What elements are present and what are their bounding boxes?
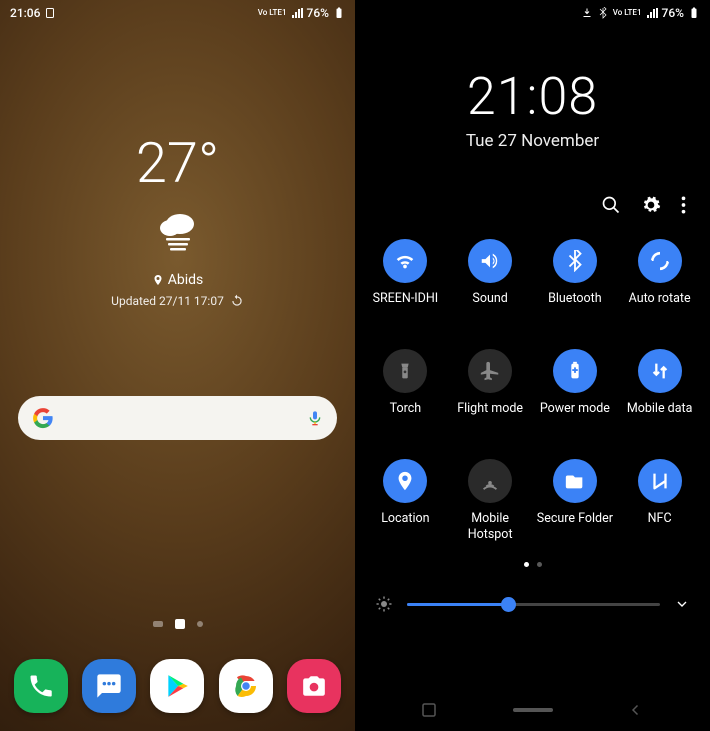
camera-icon: [301, 673, 327, 699]
folder-icon: [553, 459, 597, 503]
qs-tile-label: Sound: [472, 291, 507, 321]
battery-text: 76%: [307, 6, 329, 20]
nav-bar: [355, 689, 710, 731]
chrome-app[interactable]: [219, 659, 273, 713]
wifi-icon: [383, 239, 427, 283]
airplane-icon: [468, 349, 512, 393]
phone-icon: [27, 672, 55, 700]
location-text: Abids: [168, 272, 204, 288]
qs-tile-label: Mobile data: [627, 401, 693, 431]
mic-icon[interactable]: [307, 408, 323, 428]
qs-tile-location[interactable]: Location: [367, 459, 444, 542]
battery-icon: [688, 7, 700, 19]
clock-text: 21:06: [10, 6, 40, 20]
signal-icon: [291, 7, 303, 19]
chat-icon: [95, 672, 123, 700]
pin-icon: [152, 274, 164, 286]
play-store-icon: [164, 673, 190, 699]
phone-app[interactable]: [14, 659, 68, 713]
quick-settings-panel: Vo LTE1 76% 21:08 Tue 27 November SREEN-…: [355, 0, 710, 731]
volte-label: Vo LTE1: [613, 9, 642, 17]
qs-tile-label: Mobile Hotspot: [452, 511, 529, 542]
qs-tile-label: Flight mode: [457, 401, 523, 431]
panel-clock: 21:08 Tue 27 November: [355, 66, 710, 151]
qs-tile-label: Bluetooth: [548, 291, 602, 321]
pager-current-icon: [175, 619, 185, 629]
torch-icon: [383, 349, 427, 393]
panel-date: Tue 27 November: [355, 131, 710, 151]
pager-dot: [153, 621, 163, 627]
panel-time: 21:08: [355, 66, 710, 127]
nfc-icon: [638, 459, 682, 503]
battery-icon: [333, 7, 345, 19]
qs-tile-power[interactable]: Power mode: [537, 349, 614, 431]
status-bar: Vo LTE1 76%: [355, 0, 710, 26]
status-bar: 21:06 Vo LTE1 76%: [0, 0, 355, 26]
hotspot-icon: [468, 459, 512, 503]
volte-label: Vo LTE1: [258, 9, 287, 17]
pager-dot: [537, 562, 542, 567]
power-icon: [553, 349, 597, 393]
updated-row[interactable]: Updated 27/11 17:07: [111, 294, 244, 308]
google-logo-icon: [32, 407, 54, 429]
qs-tile-label: SREEN-IDHI: [373, 291, 439, 321]
brightness-icon: [375, 595, 393, 613]
pager-dot-active: [524, 562, 529, 567]
qs-pager: [355, 562, 710, 567]
app-dock: [0, 659, 355, 713]
updated-text: Updated 27/11 17:07: [111, 294, 224, 308]
bluetooth-status-icon: [597, 7, 609, 19]
qs-tile-label: NFC: [648, 511, 672, 541]
play-store-app[interactable]: [150, 659, 204, 713]
qs-tile-airplane[interactable]: Flight mode: [452, 349, 529, 431]
search-icon[interactable]: [601, 195, 621, 215]
data-icon: [638, 349, 682, 393]
qs-tile-nfc[interactable]: NFC: [621, 459, 698, 542]
home-screen: 21:06 Vo LTE1 76% 27° Abids Updated 27: [0, 0, 355, 731]
pager-dot: [197, 621, 203, 627]
qs-tile-label: Location: [381, 511, 429, 541]
messages-app[interactable]: [82, 659, 136, 713]
back-button[interactable]: [606, 703, 666, 717]
brightness-slider[interactable]: [407, 603, 660, 606]
panel-actions: [355, 195, 710, 215]
rotate-icon: [638, 239, 682, 283]
signal-icon: [646, 7, 658, 19]
chevron-down-icon[interactable]: [674, 596, 690, 612]
qs-tile-wifi[interactable]: SREEN-IDHI: [367, 239, 444, 321]
sound-icon: [468, 239, 512, 283]
location-icon: [383, 459, 427, 503]
refresh-icon: [230, 294, 244, 308]
qs-tile-label: Secure Folder: [537, 511, 613, 541]
qs-tile-torch[interactable]: Torch: [367, 349, 444, 431]
camera-app[interactable]: [287, 659, 341, 713]
location-row: Abids: [152, 272, 204, 288]
weather-widget[interactable]: 27° Abids Updated 27/11 17:07: [0, 130, 355, 308]
qs-tile-label: Auto rotate: [629, 291, 691, 321]
chrome-icon: [231, 671, 261, 701]
qs-tile-rotate[interactable]: Auto rotate: [621, 239, 698, 321]
qs-tile-folder[interactable]: Secure Folder: [537, 459, 614, 542]
orientation-icon: [44, 7, 56, 19]
temperature: 27°: [136, 130, 219, 196]
home-button[interactable]: [503, 703, 563, 717]
bluetooth-icon: [553, 239, 597, 283]
battery-text: 76%: [662, 6, 684, 20]
qs-tile-label: Power mode: [540, 401, 610, 431]
quick-settings-grid: SREEN-IDHI Sound Bluetooth Auto rotate Torch…: [355, 215, 710, 542]
qs-tile-hotspot[interactable]: Mobile Hotspot: [452, 459, 529, 542]
qs-tile-sound[interactable]: Sound: [452, 239, 529, 321]
home-pager: [0, 619, 355, 629]
recents-button[interactable]: [399, 703, 459, 717]
qs-tile-bluetooth[interactable]: Bluetooth: [537, 239, 614, 321]
qs-tile-data[interactable]: Mobile data: [621, 349, 698, 431]
gear-icon[interactable]: [641, 195, 661, 215]
search-bar[interactable]: [18, 396, 337, 440]
download-icon: [581, 7, 593, 19]
brightness-row: [355, 595, 710, 613]
weather-fog-icon: [154, 208, 202, 260]
overflow-menu-icon[interactable]: [681, 195, 686, 215]
qs-tile-label: Torch: [390, 401, 422, 431]
